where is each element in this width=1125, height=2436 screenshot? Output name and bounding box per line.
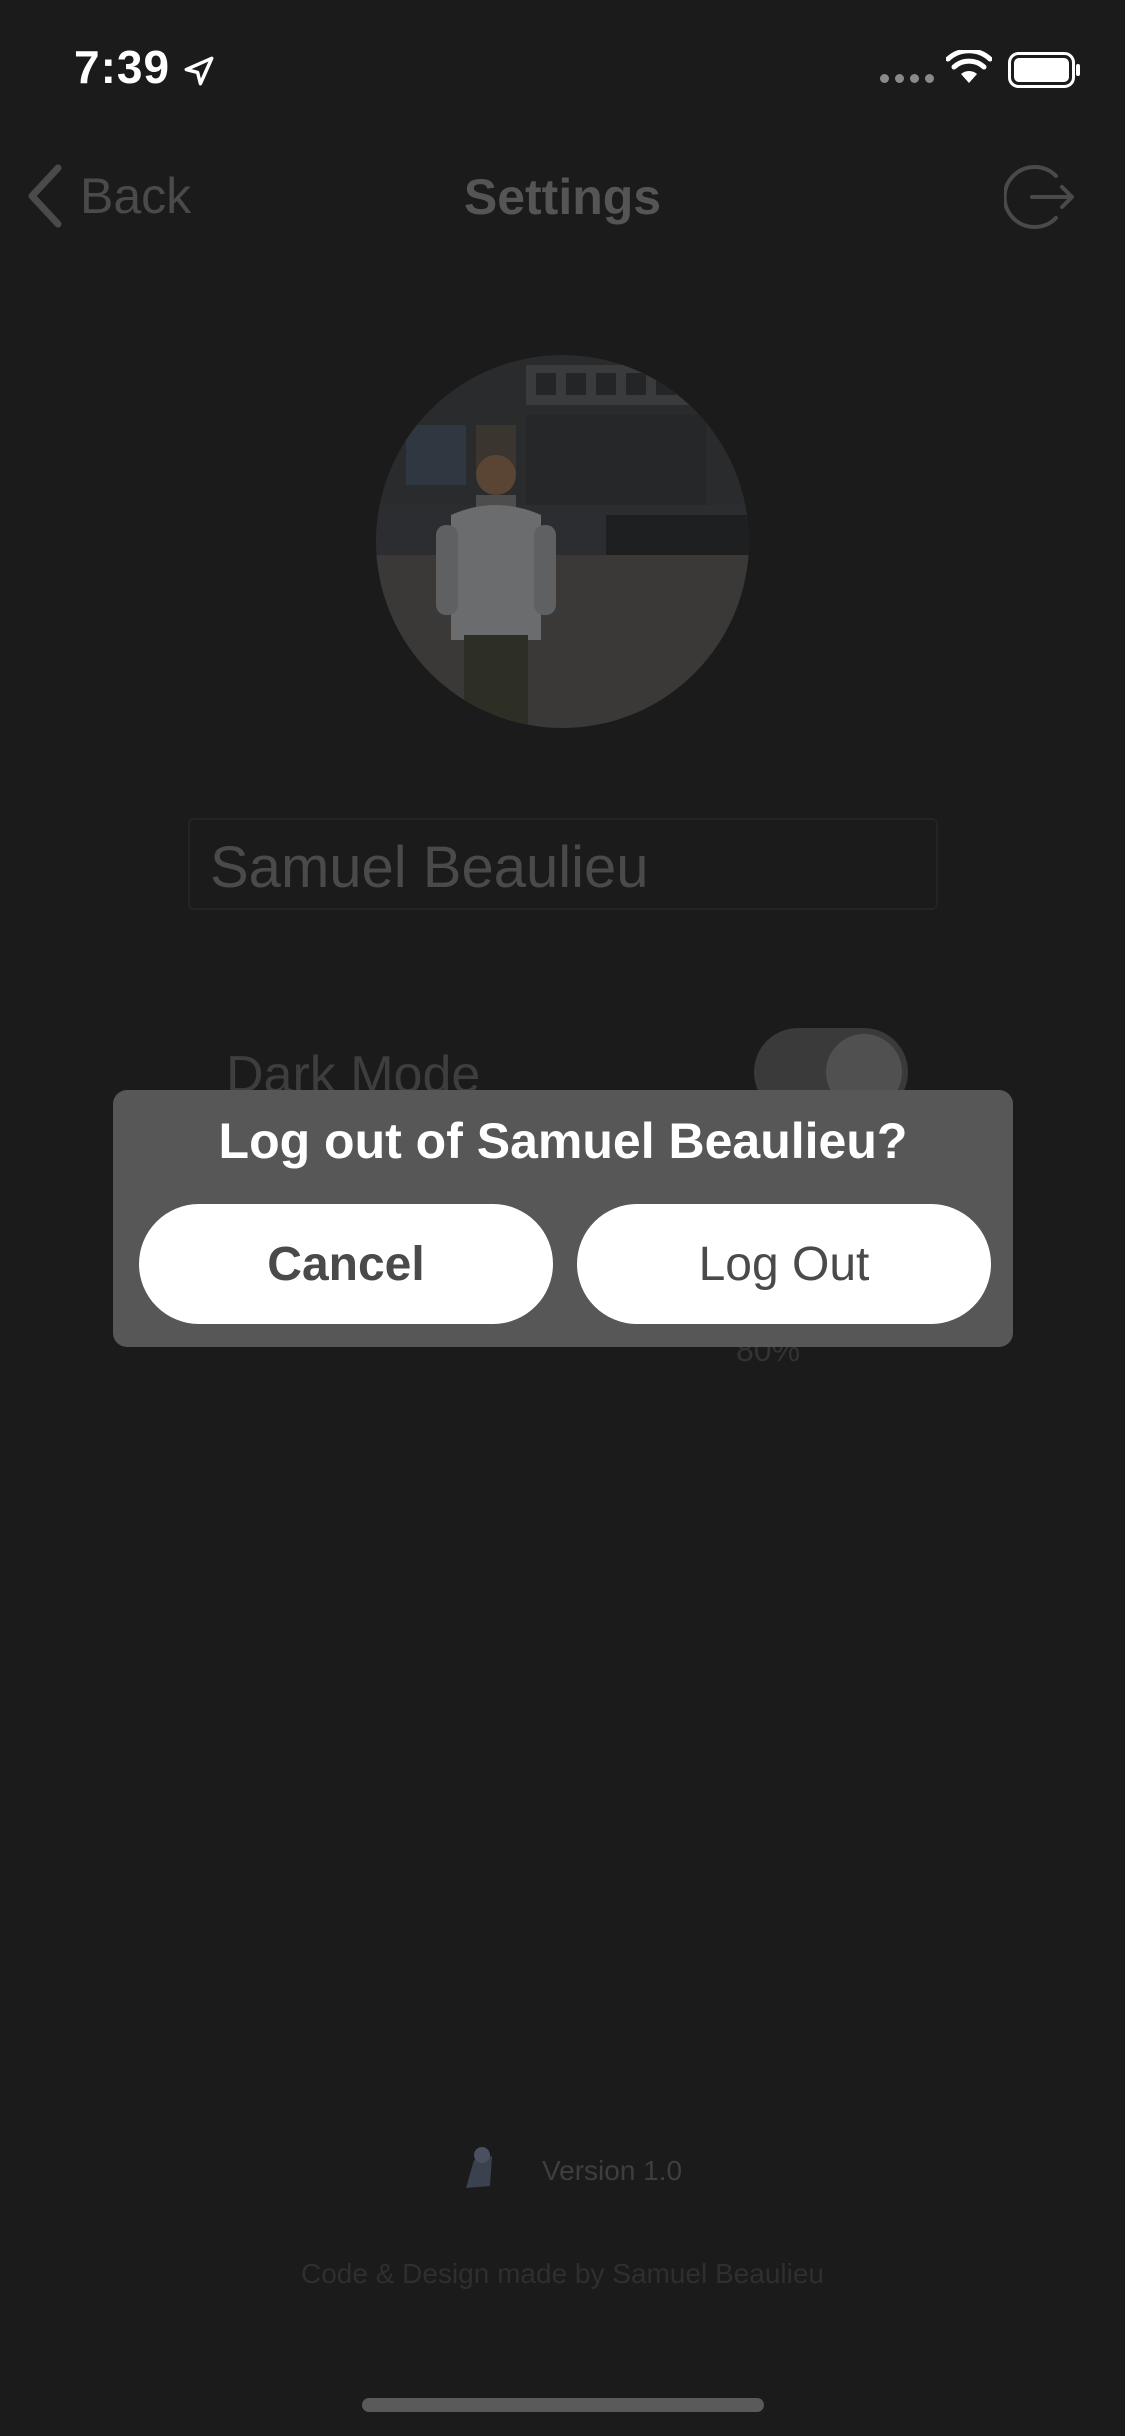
log-out-button[interactable]: Log Out [577,1204,991,1324]
location-arrow-icon [184,56,214,86]
logout-alert: Log out of Samuel Beaulieu? Cancel Log O… [113,1090,1013,1347]
credit-label: Code & Design made by Samuel Beaulieu [301,2258,824,2289]
wifi-icon [946,50,992,83]
status-time: 7:39 [74,41,171,93]
profile-photo-image [376,355,749,728]
cellular-signal-icon [880,74,934,83]
app-logo-icon [466,2147,492,2188]
alert-title: Log out of Samuel Beaulieu? [218,1113,908,1169]
logout-icon[interactable] [1004,160,1078,234]
battery-icon [1008,52,1080,88]
home-indicator[interactable] [362,2398,764,2412]
name-field[interactable]: Samuel Beaulieu [188,818,938,910]
page-title: Settings [463,169,662,225]
profile-photo[interactable] [376,355,749,728]
settings-screen: 7:39 Back Settings Samuel Beaulieu Dark … [0,0,1125,2436]
name-field-value: Samuel Beaulieu [210,835,649,900]
version-label: Version 1.0 [542,2155,683,2186]
cancel-button[interactable]: Cancel [139,1204,553,1324]
